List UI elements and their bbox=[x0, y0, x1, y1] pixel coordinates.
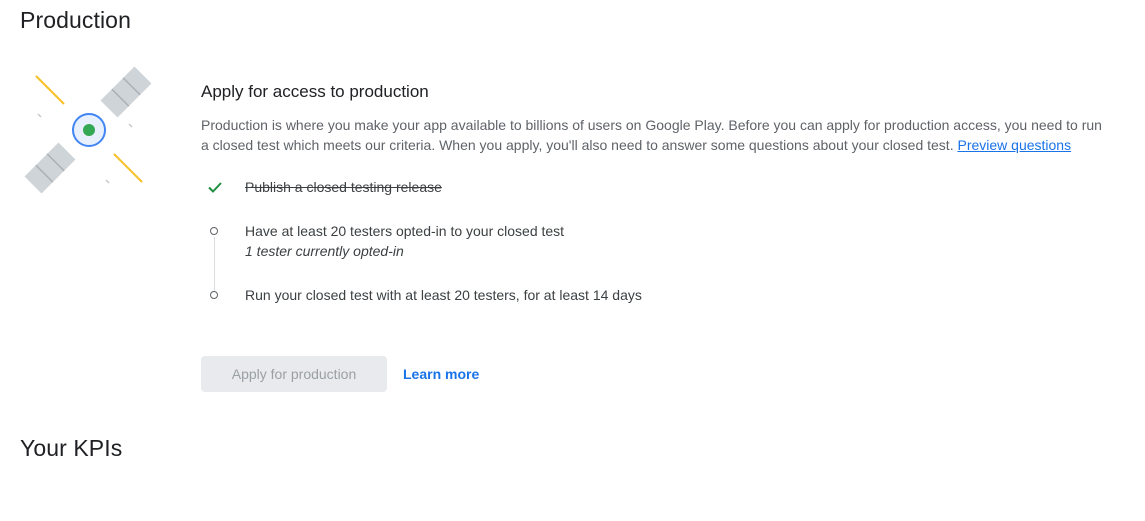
production-title: Production bbox=[20, 7, 131, 33]
preview-questions-link[interactable]: Preview questions bbox=[957, 137, 1071, 153]
satellite-illustration bbox=[22, 66, 158, 194]
requirements-checklist: Publish a closed testing release Have at… bbox=[201, 177, 1111, 317]
card-description: Production is where you make your app av… bbox=[201, 115, 1111, 155]
card-heading: Apply for access to production bbox=[201, 82, 429, 101]
checklist-item-label: Run your closed test with at least 20 te… bbox=[245, 287, 642, 303]
pending-circle-icon bbox=[207, 287, 223, 303]
pending-circle-icon bbox=[207, 223, 223, 239]
checklist-connector bbox=[214, 237, 215, 293]
checklist-item-detail: 1 tester currently opted-in bbox=[245, 243, 404, 259]
production-access-card: Apply for access to production Productio… bbox=[201, 80, 1111, 392]
production-page: Production Apply for access to productio… bbox=[0, 0, 1145, 521]
check-icon bbox=[207, 179, 223, 195]
checklist-item-label: Have at least 20 testers opted-in to you… bbox=[245, 221, 564, 261]
apply-for-production-button[interactable]: Apply for production bbox=[201, 356, 387, 392]
checklist-item-label: Publish a closed testing release bbox=[245, 179, 442, 195]
card-actions: Apply for production Learn more bbox=[201, 356, 487, 392]
kpis-title: Your KPIs bbox=[20, 435, 123, 461]
learn-more-button[interactable]: Learn more bbox=[395, 358, 487, 390]
checklist-item-title: Have at least 20 testers opted-in to you… bbox=[245, 223, 565, 239]
